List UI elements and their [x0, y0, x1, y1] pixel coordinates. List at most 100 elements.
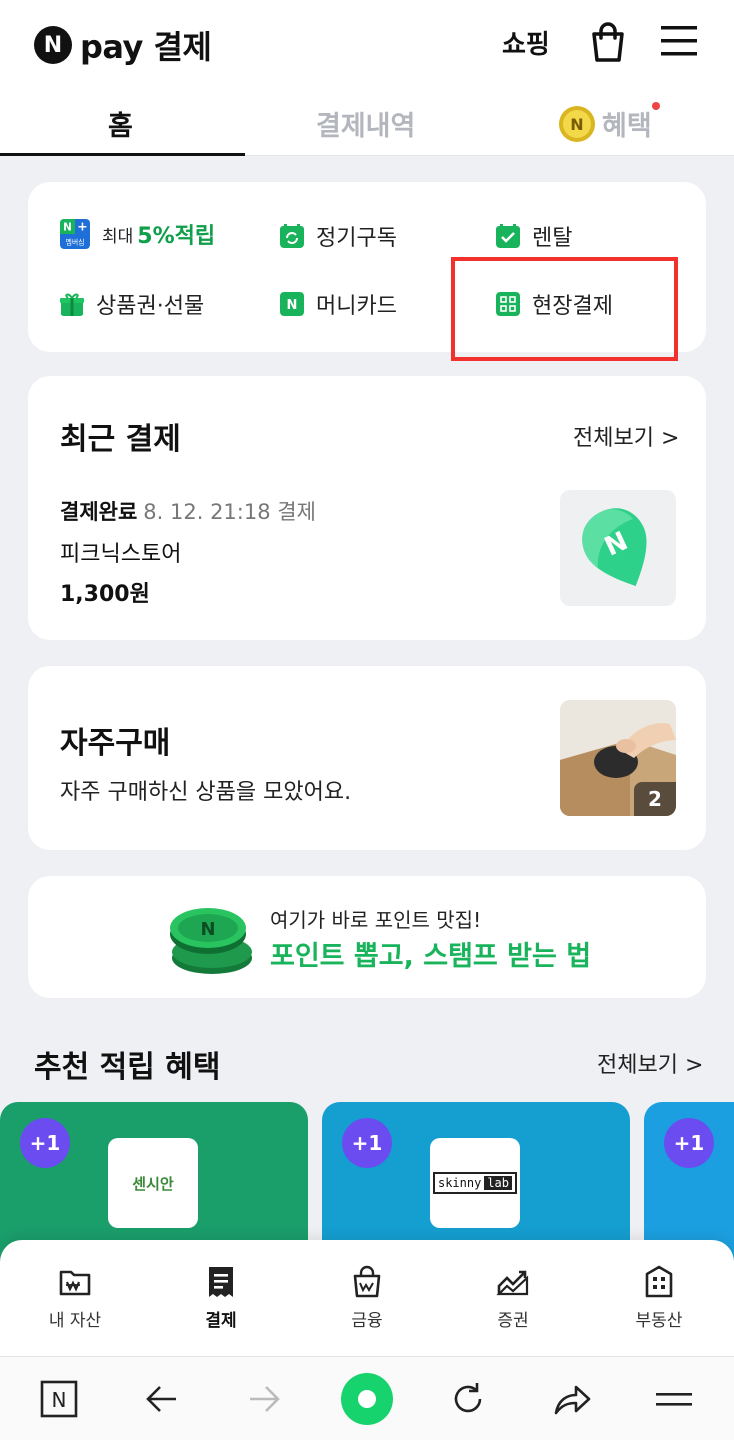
quick-item-money-card[interactable]: N 머니카드 [280, 288, 397, 320]
receipt-icon [209, 1267, 233, 1297]
nav-label: 금융 [351, 1311, 383, 1331]
recent-payment-title: 최근 결제 [60, 422, 181, 457]
n-plus-membership-icon: N + 멤버십 [60, 219, 90, 249]
payment-status: 결제완료 [60, 500, 138, 524]
active-tab-indicator [0, 153, 245, 156]
building-icon [645, 1265, 673, 1298]
plus-badge: +1 [20, 1118, 70, 1168]
recommended-see-all-link[interactable]: 전체보기 > [597, 1047, 703, 1079]
nav-label: 증권 [497, 1311, 529, 1331]
brand-name: skinny lab [432, 1172, 518, 1194]
app-header: N pay 결제 쇼핑 [0, 0, 734, 86]
svg-text:N: N [63, 222, 72, 234]
notification-dot [651, 102, 660, 110]
stock-chart-icon [496, 1270, 529, 1296]
quick-item-subscription-label: 정기구독 [316, 226, 397, 251]
green-dot-icon [341, 1373, 393, 1425]
brand-logo: skinny lab [430, 1138, 520, 1228]
rental-icon [496, 224, 520, 248]
frequent-subtitle: 자주 구매하신 상품을 모았어요. [60, 780, 352, 805]
quick-item-rental[interactable]: 렌탈 [496, 220, 572, 252]
frequent-product-thumbnail: 2 [560, 700, 676, 816]
store-thumbnail: N [560, 490, 676, 606]
quick-item-membership[interactable]: N + 멤버십 최대 5%적립 [60, 218, 215, 250]
refresh-button[interactable] [444, 1375, 492, 1423]
recent-payment-card[interactable]: 최근 결제 전체보기 > 결제완료 8. 12. 21:18 결제 피크닉스토어 … [28, 376, 706, 640]
item-count-badge: 2 [634, 782, 676, 816]
svg-text:N: N [570, 115, 583, 134]
brand-name: 센시안 [132, 1174, 174, 1193]
nav-label: 결제 [205, 1311, 237, 1331]
gift-icon [60, 293, 84, 316]
frequent-purchase-card[interactable]: 자주구매 자주 구매하신 상품을 모았어요. 2 [28, 666, 706, 850]
quick-item-rental-label: 렌탈 [532, 226, 573, 251]
payment-amount: 1,300원 [60, 582, 150, 607]
quick-item-gift[interactable]: 상품권·선물 [60, 288, 204, 320]
refresh-icon [454, 1383, 482, 1413]
svg-text:+: + [77, 219, 88, 234]
quick-item-membership-label: 5%적립 [137, 224, 216, 249]
brand-logo: 센시안 [108, 1138, 198, 1228]
svg-text:멤버십: 멤버십 [65, 237, 84, 246]
tab-home[interactable]: 홈 [108, 104, 133, 143]
nav-label: 부동산 [635, 1311, 683, 1331]
share-button[interactable] [548, 1375, 596, 1423]
recommended-title: 추천 적립 혜택 [34, 1050, 221, 1085]
point-promo-banner[interactable]: N 여기가 바로 포인트 맛집! 포인트 뽑고, 스탬프 받는 법 [28, 876, 706, 998]
svg-text:N: N [52, 1388, 67, 1412]
recent-see-all-link[interactable]: 전체보기 > [573, 420, 679, 452]
quick-item-money-card-label: 머니카드 [316, 294, 397, 319]
nav-real-estate[interactable]: 부동산 [614, 1264, 704, 1331]
menu-lines-icon [656, 1393, 692, 1406]
money-card-icon: N [280, 292, 304, 316]
store-name: 피크닉스토어 [60, 542, 182, 567]
bottom-navigation: 내 자산 결제 금융 증권 부동산 [0, 1240, 734, 1356]
naver-place-pin-icon: N [582, 508, 647, 587]
svg-text:N: N [200, 919, 215, 940]
forward-button[interactable] [240, 1375, 288, 1423]
tab-benefit-label: 혜택 [602, 111, 652, 142]
tab-payment-history[interactable]: 결제내역 [316, 104, 415, 143]
quick-item-gift-label: 상품권·선물 [96, 294, 205, 319]
quick-item-subscription[interactable]: 정기구독 [280, 220, 397, 252]
nav-securities[interactable]: 증권 [468, 1264, 558, 1331]
share-arrow-icon [554, 1385, 591, 1415]
tab-benefit[interactable]: N 혜택 [558, 102, 660, 143]
plus-badge: +1 [342, 1118, 392, 1168]
arrow-left-icon [146, 1386, 176, 1412]
naver-n-icon: N [34, 26, 72, 64]
browser-menu-button[interactable] [650, 1375, 698, 1423]
nav-payment[interactable]: 결제 [176, 1264, 266, 1331]
naver-home-button[interactable]: N [35, 1375, 83, 1423]
point-coin-icon: N [170, 908, 252, 974]
shopping-link[interactable]: 쇼핑 [502, 24, 550, 61]
arrow-right-icon [250, 1386, 280, 1412]
quick-item-onsite-payment-label: 현장결제 [532, 294, 613, 319]
nav-label: 내 자산 [48, 1311, 102, 1331]
promo-title: 포인트 뽑고, 스탬프 받는 법 [270, 941, 592, 972]
green-dot-button[interactable] [340, 1372, 394, 1426]
hamburger-menu-icon[interactable] [660, 22, 698, 60]
logo-text: pay 결제 [80, 28, 212, 66]
svg-text:N: N [287, 298, 298, 313]
subscription-icon [280, 224, 304, 248]
nav-my-assets[interactable]: 내 자산 [30, 1264, 120, 1331]
browser-toolbar: N [0, 1356, 734, 1440]
main-tabs: 홈 결제내역 N 혜택 [0, 86, 734, 156]
frequent-title: 자주구매 [60, 726, 171, 761]
promo-subtitle: 여기가 바로 포인트 맛집! [270, 908, 482, 932]
npoint-coin-icon: N [559, 105, 595, 142]
nav-finance[interactable]: 금융 [322, 1264, 412, 1331]
money-bag-icon [353, 1265, 381, 1298]
npay-logo[interactable]: N pay 결제 [34, 22, 212, 68]
plus-badge: +1 [664, 1118, 714, 1168]
wallet-icon [59, 1270, 91, 1296]
payment-datetime: 8. 12. 21:18 결제 [143, 500, 316, 524]
payment-status-line: 결제완료 8. 12. 21:18 결제 [60, 496, 316, 526]
quick-menu-card: N + 멤버십 최대 5%적립 정기구독 렌탈 상품권·선물 N 머니카드 현장… [28, 182, 706, 352]
shopping-bag-icon[interactable] [588, 20, 628, 64]
quick-item-onsite-payment[interactable]: 현장결제 [496, 288, 613, 320]
back-button[interactable] [138, 1375, 186, 1423]
quick-item-membership-prefix: 최대 [102, 226, 134, 247]
naver-n-box-icon: N [40, 1380, 78, 1418]
